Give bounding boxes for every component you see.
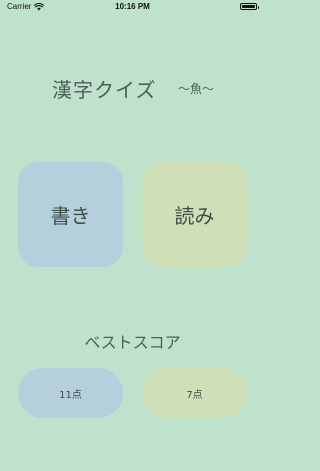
page-title: 漢字クイズ [52,78,157,102]
write-best-score-value: 11点 [59,389,82,401]
write-mode-button[interactable]: 書き [18,162,123,267]
read-mode-button[interactable]: 読み [142,162,247,267]
status-time: 10:16 PM [115,2,150,11]
read-best-score-value: 7点 [186,389,203,401]
battery-fill [242,5,255,8]
quiz-category: 〜魚〜 [178,82,215,96]
read-best-score: 7点 [142,368,247,418]
read-mode-label: 読み [174,204,215,228]
write-best-score: 11点 [18,368,123,418]
battery-icon [240,3,259,10]
write-mode-label: 書き [50,204,91,228]
status-bar: Carrier 10:16 PM [0,0,265,14]
best-score-heading: ベストスコア [84,333,181,352]
